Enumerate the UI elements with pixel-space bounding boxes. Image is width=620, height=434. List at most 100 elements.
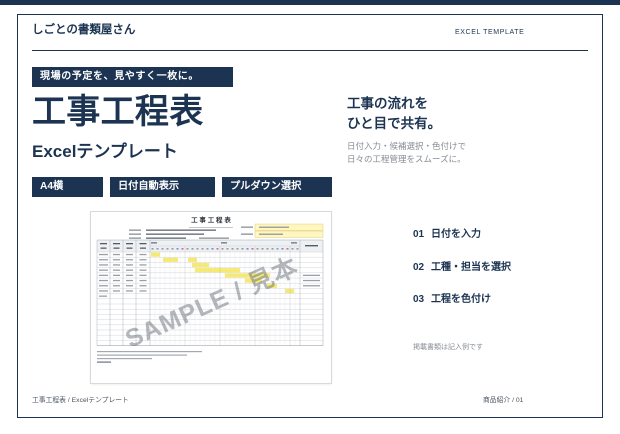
feature-tag-label: 日付自動表示 [118,181,180,192]
day-number-mark [266,248,269,250]
day-number-mark [251,248,254,250]
month-mark [221,242,227,244]
brand-name: しごとの書類屋さん [32,24,136,36]
feature-tag: 日付自動表示 [110,177,215,197]
header-label-mark [126,243,133,245]
cell-text-mark [99,290,108,292]
day-number-mark [221,248,224,250]
cell-text-mark [99,264,108,266]
note-text-mark [97,351,202,353]
header-label-mark [140,247,146,249]
day-number-mark [256,248,259,250]
cell-text-mark [113,279,120,282]
day-number-mark [181,248,184,250]
cell-text-mark [139,264,147,266]
cell-text-mark [126,285,133,287]
day-number-mark [151,248,154,250]
day-number-mark [201,248,204,250]
cell-text-mark [126,264,133,266]
day-number-mark [196,248,199,250]
spreadsheet-preview: 工 事 工 程 表 SAMPLE / 見本 [91,212,331,383]
cell-text-mark [126,259,133,261]
footer-title: 工事工程表 / Excelテンプレート [32,397,129,404]
feature-tag-label: プルダウン選択 [230,181,302,192]
day-number-mark [231,248,234,250]
cell-text-mark [113,259,120,261]
cell-text-mark [126,253,133,256]
cell-text-mark [113,253,120,256]
day-number-mark [171,248,174,250]
step-item: 03 工程を色付け [413,293,491,307]
cell-text-mark [126,290,133,292]
page-subtitle: Excelテンプレート [32,142,178,161]
cell-text-mark [99,295,107,297]
cell-text-mark [303,279,320,282]
feature-tag: A4横 [32,177,103,197]
gantt-bar [163,257,178,262]
step-label: 工程を色付け [431,293,491,305]
day-number-mark [156,248,159,250]
note-text-mark [97,354,187,356]
day-number-mark [241,248,244,250]
month-mark [291,242,297,244]
sample-note: 掲載書類は記入例です [413,344,483,351]
info-label-mark [129,237,141,239]
cell-text-mark [139,285,147,287]
day-number-mark [166,248,169,250]
day-number-mark [281,248,284,250]
cell-text-mark [303,274,320,276]
cell-text-mark [303,285,320,287]
cell-text-mark [126,269,133,271]
day-number-mark [246,248,249,250]
month-mark [151,242,157,244]
cell-text-mark [99,253,108,256]
cell-text-mark [113,274,120,276]
step-number: 01 [413,228,425,240]
day-number-mark [211,248,214,250]
gantt-bar [151,252,160,257]
day-number-mark [206,248,209,250]
headline-line: 工事の流れを [347,96,428,111]
header-label-mark [100,243,107,245]
header-label-mark [113,247,120,249]
cell-text-mark [113,269,120,271]
gantt-bar [188,257,197,262]
cell-text-mark [99,285,108,287]
cell-text-mark [126,274,133,276]
header-divider [32,50,588,51]
header-label-mark [139,243,147,245]
category-label: EXCEL TEMPLATE [455,29,525,36]
info-date-mark [199,237,229,239]
day-number-mark [186,248,189,250]
step-item: 01 日付を入力 [413,228,481,242]
top-accent-strip [0,0,620,5]
day-number-mark [236,248,239,250]
description-line: 日々の工程管理をスムーズに。 [347,154,466,164]
description: 日付入力・候補選択・色付けで 日々の工程管理をスムーズに。 [347,140,466,166]
day-number-mark [261,248,264,250]
step-label: 工種・担当を選択 [431,261,511,273]
info-value-mark [146,233,204,235]
day-number-mark [191,248,194,250]
cell-text-mark [139,274,147,276]
day-number-mark [286,248,289,250]
step-number: 02 [413,261,425,273]
description-line: 日付入力・候補選択・色付けで [347,141,467,151]
cell-text-mark [139,269,147,271]
info-label-mark [241,233,253,235]
cell-text-mark [113,264,120,266]
day-number-mark [271,248,274,250]
input-text-mark [259,226,289,228]
day-number-mark [296,248,299,250]
header-label-mark [113,243,120,245]
cell-text-mark [113,285,120,287]
step-label: 日付を入力 [431,228,481,240]
headline-line: ひと目で共有。 [347,116,442,131]
note-text-mark [97,361,111,363]
cell-text-mark [139,253,147,256]
catchphrase-banner: 現場の予定を、見やすく一枚に。 [32,67,233,87]
cell-text-mark [99,269,108,271]
cell-text-mark [139,259,147,261]
header-label-mark [100,247,107,249]
step-number: 03 [413,293,425,305]
